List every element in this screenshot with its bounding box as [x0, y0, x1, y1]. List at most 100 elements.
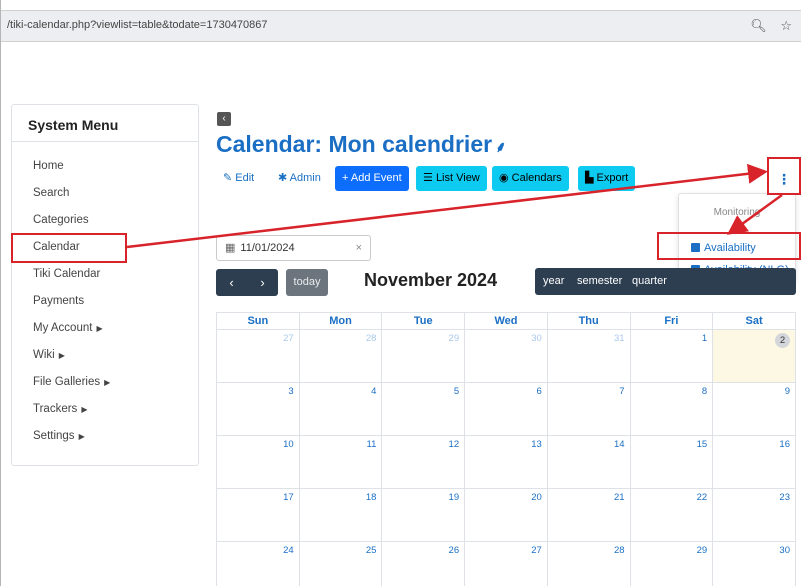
day-cell[interactable]: 25 [298, 541, 383, 586]
day-cell[interactable]: 11 [298, 435, 383, 489]
week-row: 3 4 5 6 7 8 9 [216, 382, 796, 436]
day-cell[interactable]: 19 [381, 488, 466, 542]
weekday-header: Thu [546, 312, 631, 330]
dropdown-header: Monitoring [713, 207, 761, 218]
wrench-icon[interactable]: ⸙ [495, 139, 506, 156]
highlight-box-kebab [767, 157, 801, 195]
highlight-box-calendar [11, 233, 127, 263]
month-grid: Sun Mon Tue Wed Thu Fri Sat 27 28 29 30 … [216, 312, 796, 586]
day-cell[interactable]: 22 [629, 488, 714, 542]
caret-right-icon: ▶ [58, 351, 65, 360]
day-cell[interactable]: 7 [546, 382, 631, 436]
sidebar-item-trackers[interactable]: Trackers ▶ [12, 396, 198, 423]
day-cell[interactable]: 10 [216, 435, 300, 489]
admin-button[interactable]: ✱ Admin [271, 166, 328, 191]
system-menu: System Menu Home Search Categories Calen… [11, 104, 199, 466]
day-cell[interactable]: 17 [216, 488, 300, 542]
day-cell[interactable]: 27 [216, 329, 300, 383]
prev-month-button[interactable]: ‹ [216, 269, 247, 296]
sidebar-item-categories[interactable]: Categories [12, 207, 198, 234]
sidebar-item-tiki-calendar[interactable]: Tiki Calendar [12, 261, 198, 288]
caret-right-icon: ▶ [104, 378, 111, 387]
sidebar-item-payments[interactable]: Payments [12, 288, 198, 315]
system-menu-list: Home Search Categories Calendar Tiki Cal… [12, 153, 198, 450]
page-title: Calendar: Mon calendrier ⸙ [216, 131, 507, 157]
day-cell[interactable]: 13 [464, 435, 548, 489]
zoom-icon[interactable]: 🔍︎ [750, 18, 767, 33]
day-cell[interactable]: 31 [546, 329, 631, 383]
today-marker: 2 [775, 333, 790, 348]
day-cell[interactable]: 4 [298, 382, 383, 436]
day-cell[interactable]: 24 [216, 541, 300, 586]
export-button[interactable]: ▙ Export [578, 166, 636, 191]
day-cell[interactable]: 26 [381, 541, 466, 586]
day-cell[interactable]: 21 [546, 488, 631, 542]
weekday-header: Tue [381, 312, 466, 330]
view-semester-button[interactable]: semester [577, 268, 622, 295]
divider [12, 141, 198, 142]
edit-icon: ✎ [223, 172, 233, 184]
day-cell[interactable]: 15 [629, 435, 714, 489]
sidebar-item-wiki[interactable]: Wiki ▶ [12, 342, 198, 369]
day-cell[interactable]: 29 [629, 541, 714, 586]
week-row: 10 11 12 13 14 15 16 [216, 435, 796, 489]
week-row: 17 18 19 20 21 22 23 [216, 488, 796, 542]
day-cell[interactable]: 1 [629, 329, 714, 383]
address-bar[interactable]: /tiki-calendar.php?viewlist=table&todate… [1, 10, 801, 42]
view-year-button[interactable]: year [543, 268, 564, 295]
day-cell[interactable]: 6 [464, 382, 548, 436]
caret-right-icon: ▶ [78, 432, 85, 441]
next-month-button[interactable]: › [247, 269, 278, 296]
caret-right-icon: ▶ [96, 324, 103, 333]
sidebar-item-search[interactable]: Search [12, 180, 198, 207]
sidebar-item-settings[interactable]: Settings ▶ [12, 423, 198, 450]
weekday-header: Mon [298, 312, 383, 330]
sidebar-item-home[interactable]: Home [12, 153, 198, 180]
day-cell[interactable]: 12 [381, 435, 466, 489]
day-cell[interactable]: 3 [216, 382, 300, 436]
day-cell[interactable]: 5 [381, 382, 466, 436]
add-event-button[interactable]: + Add Event [335, 166, 409, 191]
day-cell[interactable]: 28 [298, 329, 383, 383]
day-cell[interactable]: 30 [712, 541, 796, 586]
sidebar-item-file-galleries[interactable]: File Galleries ▶ [12, 369, 198, 396]
url-text[interactable]: /tiki-calendar.php?viewlist=table&todate… [7, 19, 268, 31]
day-cell[interactable]: 9 [712, 382, 796, 436]
week-row: 24 25 26 27 28 29 30 [216, 541, 796, 586]
clear-date-icon[interactable]: × [356, 236, 362, 260]
today-button[interactable]: today [286, 269, 328, 296]
calendars-button[interactable]: ◉ Calendars [492, 166, 569, 191]
month-title: November 2024 [364, 270, 498, 290]
day-cell-today[interactable]: 2 [712, 329, 796, 383]
gear-icon: ✱ [278, 172, 288, 184]
star-icon[interactable]: ☆ [780, 18, 792, 33]
view-switcher: year semester quarter [535, 268, 796, 295]
caret-right-icon: ▶ [81, 405, 88, 414]
browser-window: /tiki-calendar.php?viewlist=table&todate… [0, 0, 801, 586]
chevron-left-icon: ‹ [229, 275, 234, 290]
day-cell[interactable]: 30 [464, 329, 548, 383]
day-cell[interactable]: 8 [629, 382, 714, 436]
chevron-right-icon: › [260, 275, 265, 290]
week-row: 27 28 29 30 31 1 2 [216, 329, 796, 383]
day-cell[interactable]: 20 [464, 488, 548, 542]
weekday-header: Sun [216, 312, 300, 330]
collapse-sidebar-button[interactable]: ‹ [217, 112, 231, 126]
list-view-button[interactable]: ☰ List View [416, 166, 487, 191]
date-filter-input[interactable]: ▦ 11/01/2024 × [216, 235, 371, 261]
day-cell[interactable]: 18 [298, 488, 383, 542]
day-cell[interactable]: 28 [546, 541, 631, 586]
day-cell[interactable]: 29 [381, 329, 466, 383]
calendar-icon: ▦ [225, 242, 236, 254]
weekday-header-row: Sun Mon Tue Wed Thu Fri Sat [216, 312, 796, 330]
system-menu-title: System Menu [28, 117, 119, 133]
weekday-header: Fri [629, 312, 714, 330]
day-cell[interactable]: 27 [464, 541, 548, 586]
day-cell[interactable]: 14 [546, 435, 631, 489]
weekday-header: Wed [464, 312, 548, 330]
edit-button[interactable]: ✎ Edit [216, 166, 261, 191]
view-quarter-button[interactable]: quarter [632, 268, 667, 295]
day-cell[interactable]: 23 [712, 488, 796, 542]
sidebar-item-my-account[interactable]: My Account ▶ [12, 315, 198, 342]
day-cell[interactable]: 16 [712, 435, 796, 489]
